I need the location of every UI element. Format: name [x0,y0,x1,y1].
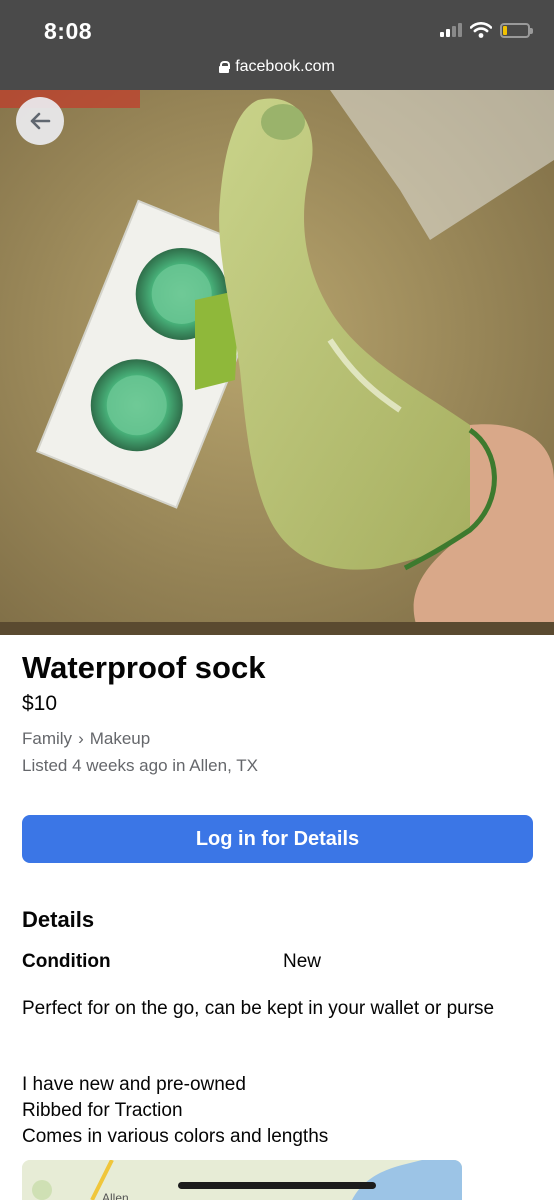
url-text: facebook.com [235,58,335,75]
map-label: Allen [102,1191,129,1200]
back-arrow-icon [30,112,51,130]
condition-value: New [283,951,322,972]
listing-price: $10 [22,692,58,715]
breadcrumb-category[interactable]: Makeup [90,729,150,749]
listing-photo[interactable] [0,90,554,635]
status-time: 8:08 [44,18,93,44]
description-line: Comes in various colors and lengths [22,1126,329,1147]
condition-label: Condition [22,951,111,972]
listing-title: Waterproof sock [22,650,266,685]
breadcrumb: Family › Makeup [22,729,150,749]
browser-chrome: 8:08 facebook.com [0,0,554,90]
status-icons [440,22,533,38]
breadcrumb-separator: › [78,729,84,748]
description-line: Ribbed for Traction [22,1100,183,1121]
description-line: I have new and pre-owned [22,1074,246,1095]
battery-icon [500,22,533,38]
login-for-details-button[interactable]: Log in for Details [22,815,533,863]
back-button[interactable] [16,97,64,145]
description-line: Perfect for on the go, can be kept in yo… [22,998,495,1019]
signal-icon [440,23,462,37]
lock-icon [219,61,231,73]
home-indicator [178,1182,376,1189]
details-heading: Details [22,907,95,932]
breadcrumb-parent[interactable]: Family [22,729,72,749]
wifi-icon [470,22,492,38]
listed-info: Listed 4 weeks ago in Allen, TX [22,756,258,775]
location-map[interactable]: Allen [22,1160,462,1200]
address-bar[interactable]: facebook.com [0,58,554,76]
